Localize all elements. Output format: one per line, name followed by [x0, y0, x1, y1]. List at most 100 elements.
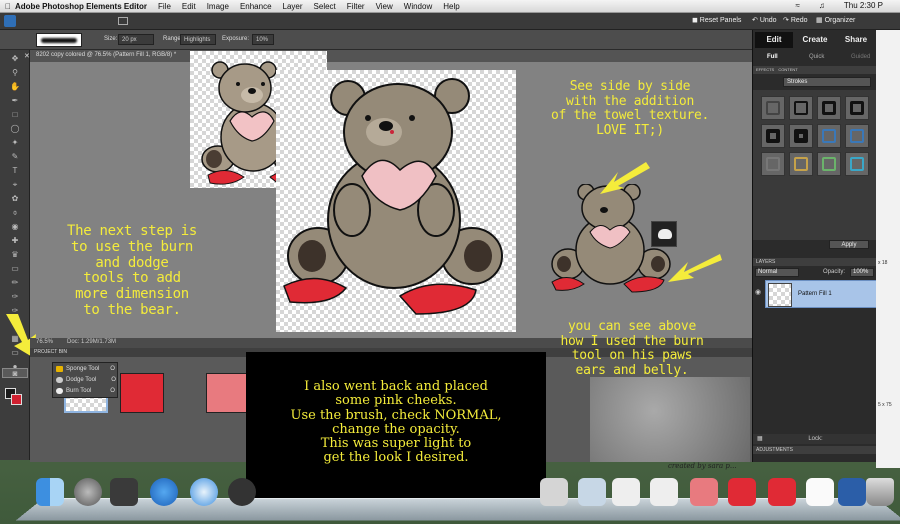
- dock-thumbnail[interactable]: [838, 478, 866, 506]
- healing-icon[interactable]: ✚: [6, 236, 24, 246]
- adjustments-header[interactable]: ADJUSTMENTS: [753, 446, 877, 454]
- volume-icon[interactable]: ♫: [819, 1, 825, 10]
- layer-row[interactable]: Pattern Fill 1: [765, 280, 877, 308]
- effects-tab[interactable]: EFFECTS: [756, 67, 774, 72]
- safari-icon[interactable]: [190, 478, 218, 506]
- effects-category-select[interactable]: Strokes: [783, 77, 871, 87]
- red-eye-icon[interactable]: ◉: [6, 222, 24, 232]
- mode-quick[interactable]: Quick: [809, 54, 824, 60]
- brush-icon[interactable]: ✑: [6, 292, 24, 302]
- opacity-field[interactable]: 100%: [850, 268, 874, 277]
- cookie-cutter-icon[interactable]: ✿: [6, 194, 24, 204]
- selection-brush-icon[interactable]: ✎: [6, 152, 24, 162]
- camera-icon[interactable]: [228, 478, 256, 506]
- callout-line: This was super light to: [320, 436, 472, 452]
- menu-enhance[interactable]: Enhance: [240, 2, 272, 11]
- menu-select[interactable]: Select: [314, 2, 336, 11]
- stroke-effect-swatch[interactable]: [845, 124, 869, 148]
- stroke-effect-swatch[interactable]: [817, 124, 841, 148]
- brush-preset-swatch[interactable]: [36, 33, 82, 47]
- pencil-icon[interactable]: ✏: [6, 278, 24, 288]
- blend-mode-select[interactable]: Normal: [755, 268, 799, 277]
- menu-help[interactable]: Help: [443, 2, 459, 11]
- clone-stamp-icon[interactable]: ♛: [6, 250, 24, 260]
- app-store-icon[interactable]: [150, 478, 178, 506]
- menu-view[interactable]: View: [376, 2, 393, 11]
- stroke-effect-swatch[interactable]: [845, 152, 869, 176]
- trash-icon[interactable]: [866, 478, 894, 506]
- menu-image[interactable]: Image: [207, 2, 229, 11]
- layer-visibility-icon[interactable]: ◉: [755, 288, 761, 296]
- organizer-button[interactable]: ▦ Organizer: [816, 16, 855, 24]
- straighten-icon[interactable]: ⌽: [6, 208, 24, 218]
- dock-thumbnail[interactable]: [728, 478, 756, 506]
- menu-window[interactable]: Window: [404, 2, 432, 11]
- menu-filter[interactable]: Filter: [347, 2, 365, 11]
- marquee-icon[interactable]: □: [6, 110, 24, 120]
- sponge-tool-item[interactable]: Sponge Tool O: [56, 364, 115, 374]
- stroke-effect-swatch[interactable]: [845, 96, 869, 120]
- tab-create[interactable]: Create: [795, 32, 835, 48]
- eraser-icon[interactable]: ▭: [6, 264, 24, 274]
- layout-icon[interactable]: [118, 17, 128, 25]
- apple-icon[interactable]: : [5, 2, 11, 11]
- apply-button[interactable]: Apply: [829, 240, 869, 249]
- launchpad-icon[interactable]: [74, 478, 102, 506]
- size-field[interactable]: 20 px: [118, 34, 154, 45]
- exposure-field[interactable]: 10%: [252, 34, 274, 45]
- stroke-effect-swatch[interactable]: [817, 96, 841, 120]
- zoom-tool-icon[interactable]: ⚲: [6, 68, 24, 78]
- zoom-readout[interactable]: 76.5%: [36, 339, 53, 347]
- eyedropper-icon[interactable]: ✒: [6, 96, 24, 106]
- hand-tool-icon[interactable]: ✋: [6, 82, 24, 92]
- type-tool-icon[interactable]: T: [6, 166, 24, 176]
- menu-clock[interactable]: Thu 2:30 P: [844, 1, 883, 10]
- crop-tool-icon[interactable]: ⌖: [6, 180, 24, 190]
- large-bear-canvas[interactable]: [276, 70, 516, 332]
- app-menu-name[interactable]: Adobe Photoshop Elements Editor: [15, 2, 147, 11]
- document-tab[interactable]: 8202 copy colored @ 76.5% (Pattern Fill …: [30, 50, 752, 62]
- lasso-icon[interactable]: ◯: [6, 124, 24, 134]
- tab-share[interactable]: Share: [837, 32, 875, 48]
- stroke-effect-swatch[interactable]: [817, 152, 841, 176]
- bin-thumbnail[interactable]: [120, 373, 164, 413]
- mail-icon[interactable]: [540, 478, 568, 506]
- dock-thumbnail[interactable]: [650, 478, 678, 506]
- tab-edit[interactable]: Edit: [755, 32, 793, 48]
- menu-layer[interactable]: Layer: [283, 2, 303, 11]
- preview-icon[interactable]: [578, 478, 606, 506]
- stroke-effect-swatch[interactable]: [761, 96, 785, 120]
- dock-thumbnail[interactable]: [612, 478, 640, 506]
- dock-thumbnail[interactable]: [768, 478, 796, 506]
- dock-thumbnail[interactable]: [690, 478, 718, 506]
- content-tab[interactable]: CONTENT: [778, 67, 797, 72]
- stroke-effect-swatch[interactable]: [761, 124, 785, 148]
- doc-tab-close-icon[interactable]: ✕: [24, 52, 32, 60]
- stroke-effect-swatch[interactable]: [789, 96, 813, 120]
- undo-button[interactable]: ↶ Undo: [752, 16, 777, 24]
- trash-layer-icon[interactable]: ▦: [757, 436, 763, 442]
- stroke-effect-swatch[interactable]: [789, 152, 813, 176]
- dashboard-icon[interactable]: [110, 478, 138, 506]
- magic-wand-icon[interactable]: ✦: [6, 138, 24, 148]
- dock-thumbnail[interactable]: [806, 478, 834, 506]
- sponge-tool-icon[interactable]: ◙: [2, 368, 28, 378]
- callout-line: I also went back and placed: [304, 379, 488, 394]
- finder-icon[interactable]: [36, 478, 64, 506]
- move-tool-icon[interactable]: ✥: [6, 54, 24, 64]
- layers-panel-header[interactable]: LAYERS: [753, 258, 877, 266]
- bin-thumbnail[interactable]: [206, 373, 250, 413]
- wifi-icon[interactable]: ≈: [795, 1, 799, 10]
- mode-guided[interactable]: Guided: [851, 54, 870, 60]
- burn-tool-item[interactable]: Burn Tool O: [56, 386, 115, 396]
- stroke-effect-swatch[interactable]: [761, 152, 785, 176]
- menu-edit[interactable]: Edit: [182, 2, 196, 11]
- reset-panels-button[interactable]: ◼ Reset Panels: [692, 16, 741, 24]
- redo-button[interactable]: ↷ Redo: [783, 16, 808, 24]
- background-color-swatch[interactable]: [11, 394, 22, 405]
- dodge-tool-item[interactable]: Dodge Tool O: [56, 375, 116, 385]
- range-select[interactable]: Highlights: [180, 34, 216, 45]
- menu-file[interactable]: File: [158, 2, 171, 11]
- mode-full[interactable]: Full: [767, 54, 778, 60]
- stroke-effect-swatch[interactable]: [789, 124, 813, 148]
